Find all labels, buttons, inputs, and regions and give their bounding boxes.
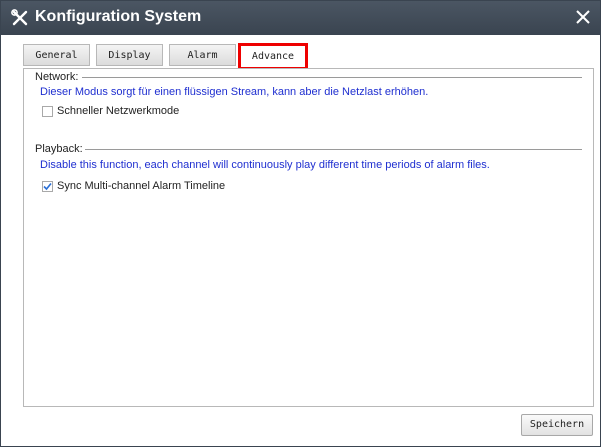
titlebar[interactable]: Konfiguration System bbox=[1, 1, 600, 35]
sync-timeline-checkbox[interactable] bbox=[42, 181, 53, 192]
advance-panel: Network: Dieser Modus sorgt für einen fl… bbox=[23, 68, 594, 407]
fast-network-checkbox[interactable] bbox=[42, 106, 53, 117]
check-mark-icon bbox=[43, 182, 52, 191]
playback-label: Playback: bbox=[35, 143, 85, 155]
network-description: Dieser Modus sorgt für einen flüssigen S… bbox=[40, 86, 429, 98]
tools-icon bbox=[11, 9, 28, 26]
save-button[interactable]: Speichern bbox=[521, 414, 593, 436]
tab-display[interactable]: Display bbox=[96, 44, 163, 66]
playback-divider bbox=[80, 149, 582, 150]
tab-alarm[interactable]: Alarm bbox=[169, 44, 236, 66]
sync-timeline-label[interactable]: Sync Multi-channel Alarm Timeline bbox=[57, 180, 225, 192]
tab-advance[interactable]: Advance bbox=[238, 43, 308, 70]
close-icon[interactable] bbox=[572, 6, 594, 28]
fast-network-label[interactable]: Schneller Netzwerkmode bbox=[57, 105, 179, 117]
playback-description: Disable this function, each channel will… bbox=[40, 159, 490, 171]
network-divider bbox=[82, 77, 582, 78]
config-dialog: Konfiguration System General Display Ala… bbox=[0, 0, 601, 447]
window-title: Konfiguration System bbox=[35, 8, 202, 25]
tab-general[interactable]: General bbox=[23, 44, 90, 66]
network-label: Network: bbox=[35, 71, 81, 83]
